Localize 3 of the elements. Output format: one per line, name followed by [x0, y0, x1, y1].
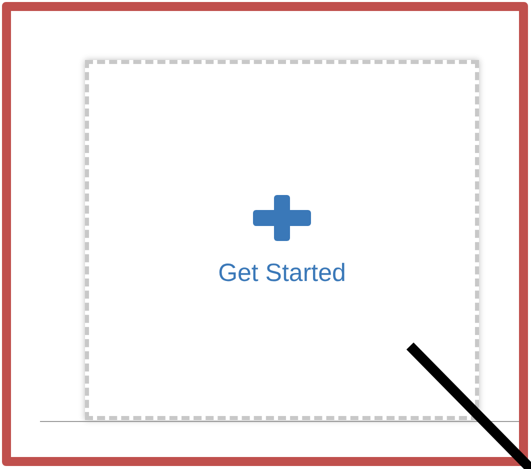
- get-started-label: Get Started: [218, 258, 346, 290]
- plus-icon: [253, 195, 311, 242]
- get-started-card[interactable]: Get Started: [85, 60, 479, 420]
